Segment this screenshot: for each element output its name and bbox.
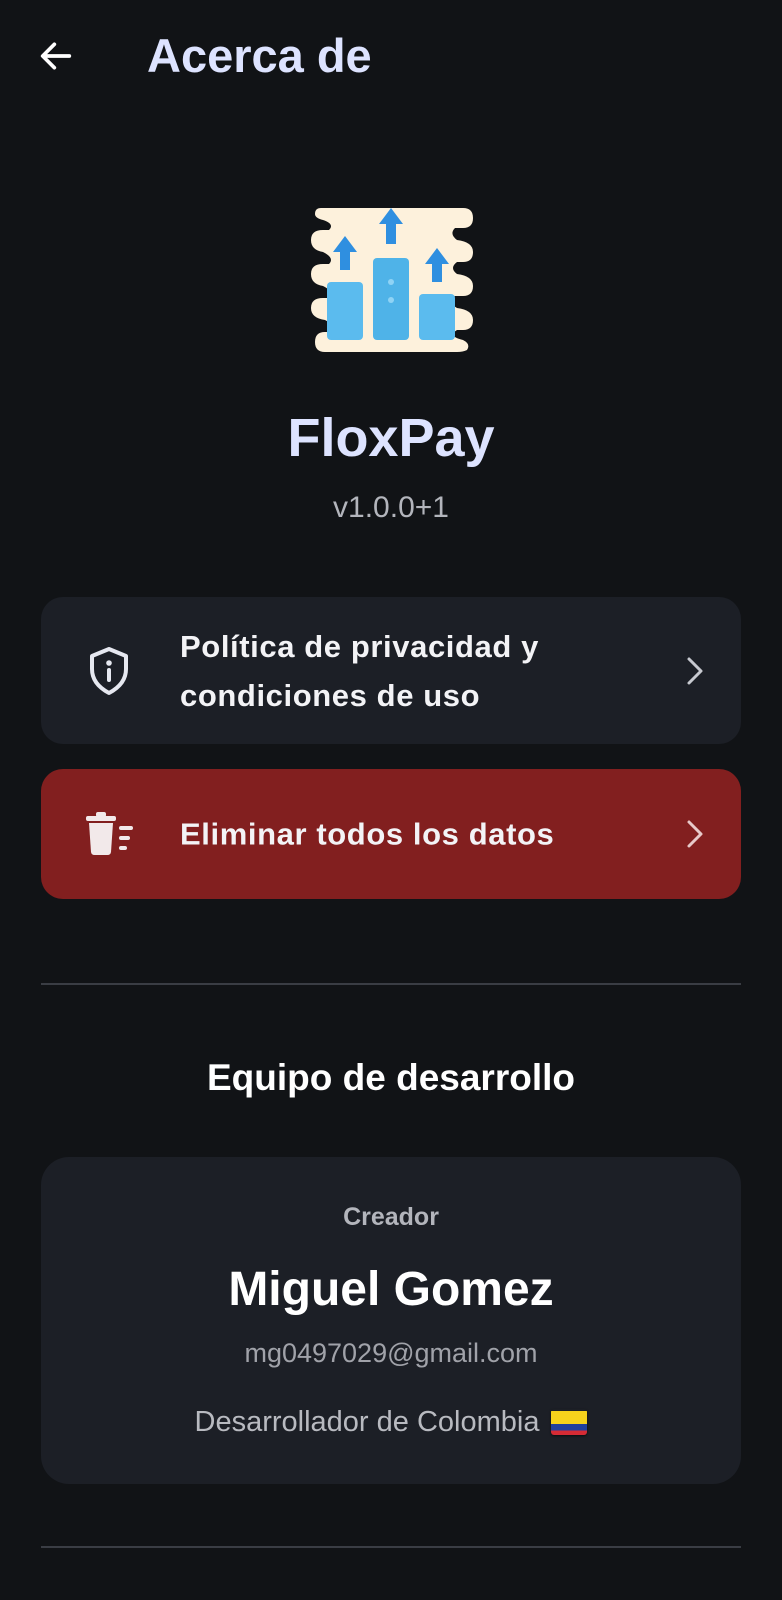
- arrow-left-icon: [40, 42, 72, 70]
- app-version: v1.0.0+1: [333, 491, 449, 524]
- chevron-right-icon: [681, 816, 709, 852]
- team-member-card: Creador Miguel Gomez mg0497029@gmail.com…: [41, 1157, 741, 1484]
- member-role: Creador: [343, 1203, 439, 1231]
- team-section-title: Equipo de desarrollo: [207, 1057, 575, 1098]
- section-divider: [41, 1546, 741, 1548]
- privacy-policy-label: Política de privacidad y condiciones de …: [180, 628, 539, 713]
- trash-list-icon: [83, 808, 135, 860]
- shield-info-icon: [83, 645, 135, 697]
- section-divider: [41, 983, 741, 985]
- member-name: Miguel Gomez: [228, 1263, 554, 1316]
- privacy-policy-button[interactable]: Política de privacidad y condiciones de …: [41, 597, 741, 744]
- chevron-right-icon: [681, 653, 709, 689]
- delete-all-data-label: Eliminar todos los datos: [180, 816, 555, 852]
- back-button[interactable]: [30, 30, 82, 82]
- app-logo: [307, 200, 477, 358]
- member-origin-text: Desarrollador de Colombia: [194, 1406, 540, 1438]
- app-name: FloxPay: [287, 408, 495, 468]
- delete-all-data-button[interactable]: Eliminar todos los datos: [41, 769, 741, 899]
- member-origin: Desarrollador de Colombia: [41, 1403, 741, 1441]
- growth-chart-arrows-icon: [311, 208, 473, 352]
- member-email: mg0497029@gmail.com: [244, 1338, 538, 1368]
- page-title: Acerca de: [147, 29, 372, 82]
- colombia-flag-icon: [551, 1409, 588, 1435]
- app-bar: Acerca de: [0, 0, 782, 116]
